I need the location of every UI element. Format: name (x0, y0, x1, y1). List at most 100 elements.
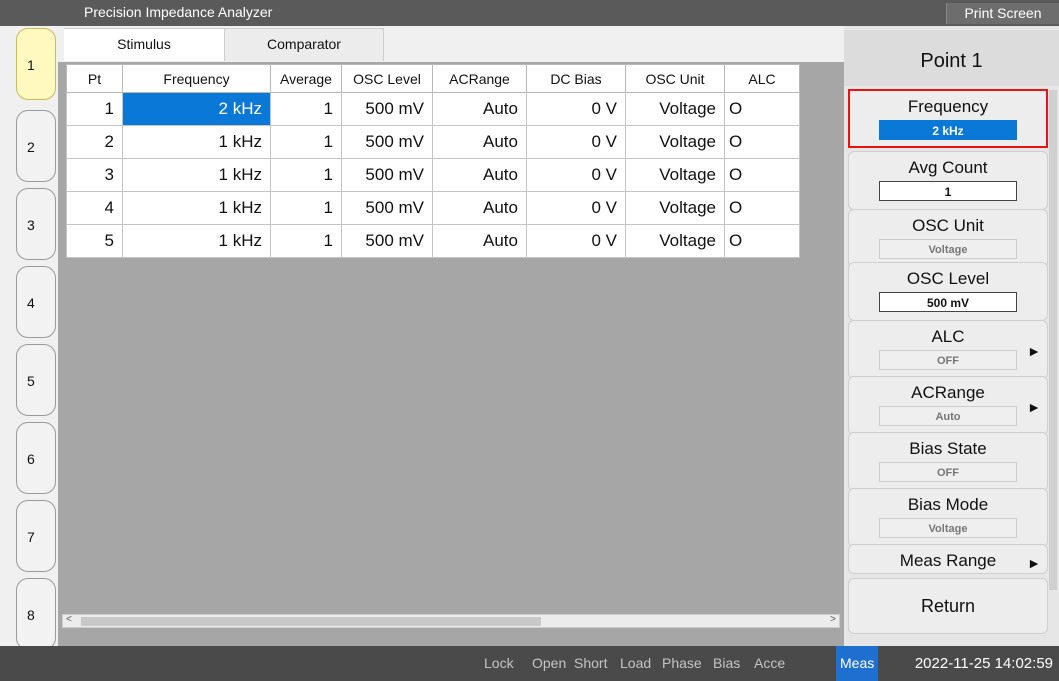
softkey-label: Meas Range (899, 551, 997, 570)
softkey-label: Avg Count (908, 158, 988, 177)
submenu-arrow-icon: ► (1027, 555, 1041, 571)
table-row[interactable]: 2 1 kHz 1 500 mV Auto 0 V Voltage O (66, 125, 800, 159)
cell-frequency[interactable]: 1 kHz (122, 224, 271, 258)
status-load: Load (620, 655, 652, 671)
cell-osc-level[interactable]: 500 mV (341, 224, 433, 258)
side-tab-4[interactable]: 4 (16, 266, 56, 338)
status-bar: Lock Open Short Load Phase Bias Acce Mea… (0, 646, 1059, 681)
cell-dc-bias[interactable]: 0 V (526, 191, 626, 225)
horizontal-scrollbar[interactable]: < > (62, 614, 840, 628)
status-meas: Meas (836, 646, 879, 681)
cell-osc-unit[interactable]: Voltage (625, 92, 725, 126)
cell-pt[interactable]: 3 (66, 158, 123, 192)
cell-osc-unit[interactable]: Voltage (625, 158, 725, 192)
table-row[interactable]: 3 1 kHz 1 500 mV Auto 0 V Voltage O (66, 158, 800, 192)
cell-osc-level[interactable]: 500 mV (341, 158, 433, 192)
cell-osc-unit[interactable]: Voltage (625, 125, 725, 159)
col-osc-unit: OSC Unit (625, 64, 725, 93)
panel-scrollbar[interactable] (1049, 90, 1057, 590)
scroll-right-icon[interactable]: > (830, 614, 836, 625)
cell-acrange[interactable]: Auto (432, 158, 527, 192)
cell-alc[interactable]: O (724, 158, 800, 192)
cell-dc-bias[interactable]: 0 V (526, 224, 626, 258)
side-tab-1[interactable]: 1 (16, 28, 56, 100)
col-pt: Pt (66, 64, 123, 93)
cell-dc-bias[interactable]: 0 V (526, 158, 626, 192)
cell-alc[interactable]: O (724, 224, 800, 258)
frequency-field[interactable]: 2 kHz (879, 120, 1017, 140)
softkey-label: Bias State (909, 439, 987, 458)
cell-pt[interactable]: 5 (66, 224, 123, 258)
side-tab-6[interactable]: 6 (16, 422, 56, 494)
cell-acrange[interactable]: Auto (432, 125, 527, 159)
cell-pt[interactable]: 1 (66, 92, 123, 126)
softkey-alc[interactable]: ALC OFF ► (848, 320, 1048, 379)
softkey-osc-unit[interactable]: OSC Unit Voltage (848, 209, 1048, 268)
alc-field: OFF (879, 350, 1017, 370)
side-tab-3[interactable]: 3 (16, 188, 56, 260)
print-screen-button[interactable]: Print Screen (946, 3, 1059, 24)
table-header-row: Pt Frequency Average OSC Level ACRange D… (66, 64, 800, 93)
app-title: Precision Impedance Analyzer (84, 4, 273, 20)
avg-count-field[interactable]: 1 (879, 181, 1017, 201)
tab-comparator[interactable]: Comparator (224, 28, 384, 61)
softkey-acrange[interactable]: ACRange Auto ► (848, 376, 1048, 435)
tab-stimulus[interactable]: Stimulus (64, 28, 224, 61)
side-tab-2[interactable]: 2 (16, 110, 56, 182)
tab-bar: Stimulus Comparator (58, 26, 844, 62)
cell-alc[interactable]: O (724, 92, 800, 126)
title-bar: Precision Impedance Analyzer Print Scree… (0, 0, 1059, 26)
cell-average[interactable]: 1 (270, 158, 342, 192)
softkey-label: OSC Level (906, 269, 990, 288)
osc-level-field[interactable]: 500 mV (879, 292, 1017, 312)
scroll-thumb[interactable] (81, 617, 541, 626)
cell-frequency[interactable]: 1 kHz (122, 191, 271, 225)
scroll-left-icon[interactable]: < (66, 614, 72, 625)
softkey-label: OSC Unit (912, 216, 984, 235)
side-tab-8[interactable]: 8 (16, 578, 56, 650)
softkey-label: ALC (931, 327, 965, 346)
bias-state-field: OFF (879, 462, 1017, 482)
cell-acrange[interactable]: Auto (432, 92, 527, 126)
softkey-panel: Point 1 Frequency 2 kHz Avg Count 1 OSC … (844, 26, 1059, 646)
cell-average[interactable]: 1 (270, 224, 342, 258)
side-tab-7[interactable]: 7 (16, 500, 56, 572)
cell-alc[interactable]: O (724, 125, 800, 159)
return-button[interactable]: Return (848, 578, 1048, 634)
cell-osc-unit[interactable]: Voltage (625, 224, 725, 258)
cell-average[interactable]: 1 (270, 191, 342, 225)
softkey-frequency[interactable]: Frequency 2 kHz (848, 89, 1048, 148)
cell-average[interactable]: 1 (270, 125, 342, 159)
status-short: Short (574, 655, 608, 671)
softkey-bias-state[interactable]: Bias State OFF (848, 432, 1048, 491)
col-acrange: ACRange (432, 64, 527, 93)
cell-osc-level[interactable]: 500 mV (341, 125, 433, 159)
softkey-meas-range[interactable]: Meas Range ► (848, 544, 1048, 574)
cell-osc-level[interactable]: 500 mV (341, 92, 433, 126)
side-tab-5[interactable]: 5 (16, 344, 56, 416)
table-row[interactable]: 5 1 kHz 1 500 mV Auto 0 V Voltage O (66, 224, 800, 258)
cell-dc-bias[interactable]: 0 V (526, 125, 626, 159)
cell-acrange[interactable]: Auto (432, 224, 527, 258)
softkey-osc-level[interactable]: OSC Level 500 mV (848, 262, 1048, 321)
col-alc: ALC (724, 64, 800, 93)
table-row[interactable]: 4 1 kHz 1 500 mV Auto 0 V Voltage O (66, 191, 800, 225)
cell-average[interactable]: 1 (270, 92, 342, 126)
cell-acrange[interactable]: Auto (432, 191, 527, 225)
cell-frequency[interactable]: 2 kHz (122, 92, 271, 126)
submenu-arrow-icon: ► (1027, 399, 1041, 415)
cell-dc-bias[interactable]: 0 V (526, 92, 626, 126)
cell-frequency[interactable]: 1 kHz (122, 125, 271, 159)
col-average: Average (270, 64, 342, 93)
cell-pt[interactable]: 4 (66, 191, 123, 225)
softkey-avg-count[interactable]: Avg Count 1 (848, 151, 1048, 210)
cell-osc-level[interactable]: 500 mV (341, 191, 433, 225)
table-row[interactable]: 1 2 kHz 1 500 mV Auto 0 V Voltage O (66, 92, 800, 126)
acrange-field: Auto (879, 406, 1017, 426)
cell-pt[interactable]: 2 (66, 125, 123, 159)
main-area: Stimulus Comparator Pt Frequency Average… (58, 26, 844, 646)
cell-frequency[interactable]: 1 kHz (122, 158, 271, 192)
cell-osc-unit[interactable]: Voltage (625, 191, 725, 225)
softkey-bias-mode[interactable]: Bias Mode Voltage (848, 488, 1048, 547)
cell-alc[interactable]: O (724, 191, 800, 225)
